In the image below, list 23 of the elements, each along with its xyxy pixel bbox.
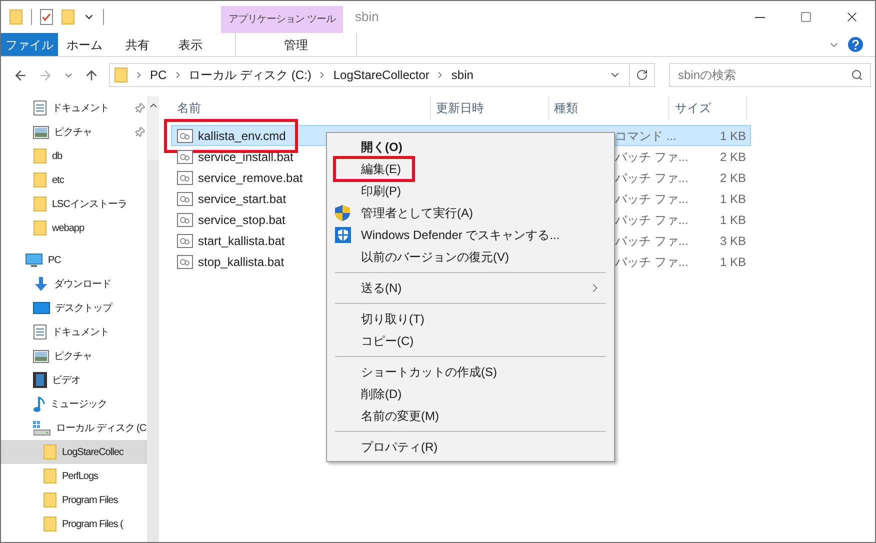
file-size-cell-text: 3 KB [718,232,747,250]
file-size-cell-text: 2 KB [718,148,747,166]
file-name-cell: kallista_env.cmd [172,126,290,144]
context-tab-group: アプリケーション ツール [221,6,343,33]
file-type-cell-text: バッチ ファ... [615,232,690,250]
file-type-cell-text: バッチ ファ... [615,190,690,208]
file-name-cell: service_install.bat [172,148,298,166]
file-size-cell-text: 1 KB [718,190,747,208]
file-name-cell: service_start.bat [172,190,290,208]
file-size-cell-text: 2 KB [718,170,747,186]
file-type-cell-text: バッチ ファ... [615,254,690,270]
file-type-cell-text: バッチ ファ... [615,170,690,186]
file-name-cell: service_remove.bat [172,168,307,186]
file-size-cell-text: 1 KB [718,254,747,270]
file-name-cell: service_stop.bat [172,210,290,228]
file-type-cell-text: バッチ ファ... [615,148,690,166]
file-type-cell-text: バッチ ファ... [615,212,690,228]
file-name-cell: stop_kallista.bat [172,252,288,270]
file-size-cell-text: 1 KB [718,128,747,144]
file-name-cell: start_kallista.bat [172,232,289,250]
window-title: sbin [355,8,379,26]
file-size-cell-text: 1 KB [718,212,747,228]
file-type-cell-text: コマンド ... [615,128,678,144]
